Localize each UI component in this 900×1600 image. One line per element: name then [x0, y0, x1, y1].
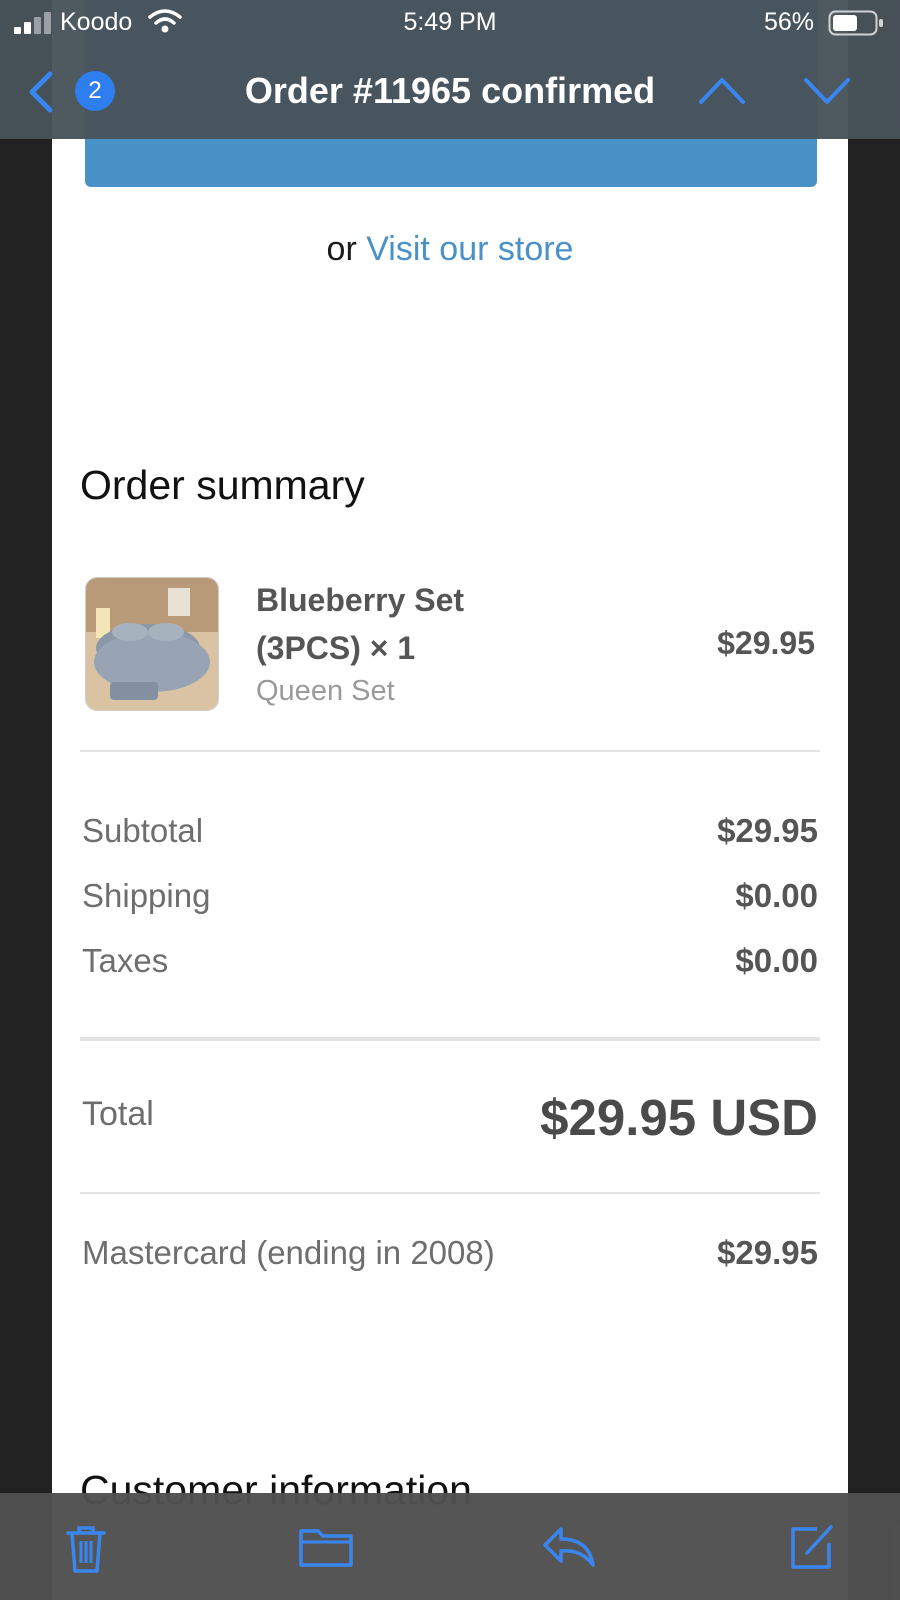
folder-icon[interactable]	[298, 1523, 354, 1569]
taxes-value: $0.00	[735, 942, 818, 979]
product-image	[85, 577, 219, 711]
shipping-label: Shipping	[82, 877, 211, 914]
order-summary-title: Order summary	[80, 462, 365, 508]
divider	[80, 750, 820, 752]
battery-icon	[828, 10, 883, 36]
email-body: or Visit our store Order summary Blueber…	[52, 0, 848, 1600]
total-label: Total	[82, 1095, 154, 1133]
product-name: Blueberry Set (3PCS) × 1	[256, 582, 465, 666]
bottom-toolbar	[0, 1493, 900, 1600]
visit-store-link[interactable]: Visit our store	[366, 230, 573, 268]
visit-store-line: or Visit our store	[52, 230, 848, 269]
product-price: $29.95	[717, 625, 815, 661]
email-subject-title: Order #11965 confirmed	[244, 70, 656, 111]
top-navigation-bar: Koodo 5:49 PM 56% 2 Order #11965 confirm…	[0, 0, 900, 139]
battery-percent: 56%	[763, 8, 814, 36]
payment-amount: $29.95	[717, 1234, 818, 1271]
subtotal-value: $29.95	[717, 812, 818, 849]
visit-prefix: or	[326, 230, 357, 268]
payment-method-label: Mastercard (ending in 2008)	[82, 1234, 495, 1271]
chevron-up-icon[interactable]	[697, 72, 747, 108]
divider	[80, 1192, 820, 1194]
subtotal-label: Subtotal	[82, 812, 204, 849]
product-variant: Queen Set	[256, 675, 395, 707]
reply-icon[interactable]	[541, 1523, 597, 1571]
divider	[80, 1037, 820, 1041]
chevron-down-icon[interactable]	[802, 72, 852, 108]
compose-icon[interactable]	[787, 1523, 835, 1571]
total-value: $29.95 USD	[540, 1089, 818, 1146]
taxes-label: Taxes	[82, 942, 169, 979]
trash-icon[interactable]	[64, 1523, 108, 1575]
shipping-value: $0.00	[735, 877, 818, 914]
